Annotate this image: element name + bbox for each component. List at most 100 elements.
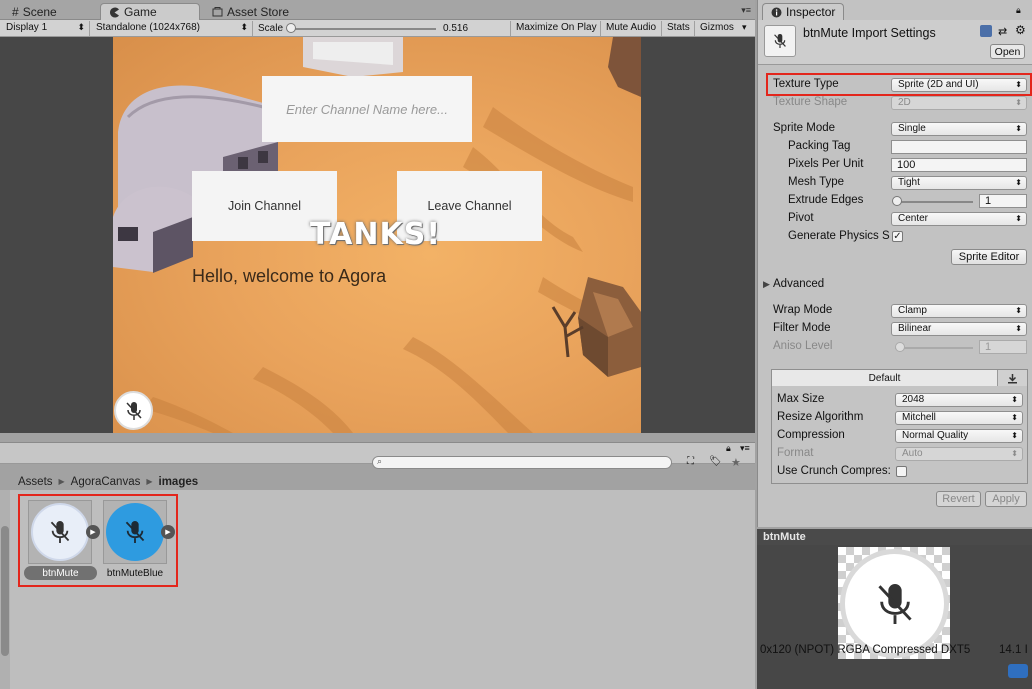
generate-physics-checkbox[interactable]: ✓ [892, 231, 903, 242]
inspector-title: btnMute Import Settings [803, 26, 936, 40]
mesh-type-dropdown[interactable]: Tight ⬍ [891, 176, 1027, 190]
breadcrumb: Assets ▶ AgoraCanvas ▶ images [18, 474, 198, 489]
asset-btnmute[interactable]: ▶ [28, 500, 100, 564]
preset-icon[interactable]: ⇄ [998, 25, 1010, 38]
packing-tag-input[interactable] [891, 140, 1027, 154]
stats-button[interactable]: Stats [661, 21, 695, 36]
resize-algorithm-label: Resize Algorithm [777, 411, 864, 423]
texture-thumbnail-icon [764, 25, 796, 57]
dropdown-arrow-icon: ⬍ [1011, 449, 1018, 458]
sprite-mode-dropdown[interactable]: Single ⬍ [891, 122, 1027, 136]
mute-button[interactable] [114, 391, 153, 430]
mute-audio-button[interactable]: Mute Audio [600, 21, 661, 36]
dropdown-arrow-icon: ⬍ [240, 22, 248, 32]
mic-muted-icon [125, 521, 145, 543]
filter-mode-dropdown[interactable]: Bilinear ⬍ [891, 322, 1027, 336]
asset-label-btnmute[interactable]: btnMute [24, 566, 97, 580]
resolution-dropdown[interactable]: Standalone (1024x768) ⬍ [90, 21, 253, 36]
tab-inspector[interactable]: Inspector [762, 3, 845, 20]
breadcrumb-assets[interactable]: Assets [18, 476, 53, 488]
gizmos-dropdown-icon[interactable]: ▾ [742, 22, 747, 33]
scrollbar-thumb[interactable] [1, 526, 9, 656]
dropdown-arrow-icon: ⬍ [1015, 306, 1022, 315]
breadcrumb-separator-icon: ▶ [58, 477, 65, 486]
wrap-mode-dropdown[interactable]: Clamp ⬍ [891, 304, 1027, 318]
texture-type-dropdown[interactable]: Sprite (2D and UI) ⬍ [891, 78, 1027, 92]
dropdown-arrow-icon: ⬍ [1015, 124, 1022, 133]
breadcrumb-images[interactable]: images [159, 476, 199, 488]
scale-slider-track[interactable] [290, 28, 436, 30]
expand-play-icon[interactable]: ▶ [86, 525, 100, 539]
crunch-compression-checkbox[interactable] [896, 466, 907, 477]
preview-size-text: 14.1 I [999, 644, 1028, 656]
extrude-edges-knob[interactable] [892, 196, 902, 206]
filter-type-icon[interactable]: ⛶ [687, 456, 694, 467]
dropdown-arrow-icon: ⬍ [1011, 395, 1018, 404]
platform-tab-default[interactable]: Default [772, 370, 998, 386]
mesh-type-label: Mesh Type [788, 176, 845, 188]
lock-icon[interactable]: 🔒︎ [1016, 5, 1021, 16]
game-view: Enter Channel Name here... Join Channel … [0, 37, 755, 433]
breadcrumb-separator-icon: ▶ [146, 477, 153, 486]
panel-menu-icon[interactable]: ▾≡ [740, 443, 750, 454]
aniso-level-slider [895, 347, 973, 349]
preview-info-text: 0x120 (NPOT) RGBA Compressed DXT5 [760, 644, 971, 656]
pixels-per-unit-label: Pixels Per Unit [788, 158, 864, 170]
preview-header[interactable]: btnMute [757, 529, 1032, 545]
filter-label-icon[interactable]: 🏷︎ [709, 456, 722, 467]
sprite-editor-button[interactable]: Sprite Editor [951, 249, 1027, 265]
store-icon [212, 6, 223, 17]
compression-dropdown[interactable]: Normal Quality ⬍ [895, 429, 1023, 443]
asset-label-tag-icon[interactable] [1008, 664, 1028, 678]
preview-texture [840, 549, 949, 658]
asset-btnmuteblue[interactable]: ▶ [103, 500, 175, 564]
compression-label: Compression [777, 429, 845, 441]
foldout-arrow-icon[interactable]: ▶ [763, 279, 770, 290]
extrude-edges-input[interactable]: 1 [979, 194, 1027, 208]
tab-game[interactable]: Game [100, 3, 200, 20]
dropdown-arrow-icon: ⬍ [1015, 80, 1022, 89]
welcome-text: Hello, welcome to Agora [192, 266, 387, 286]
revert-button[interactable]: Revert [936, 491, 981, 507]
display-dropdown[interactable]: Display 1 ⬍ [0, 21, 90, 36]
wrap-mode-label: Wrap Mode [773, 304, 833, 316]
grid-icon: # [12, 4, 19, 19]
breadcrumb-agoracanvas[interactable]: AgoraCanvas [71, 476, 141, 488]
max-size-dropdown[interactable]: 2048 ⬍ [895, 393, 1023, 407]
extrude-edges-slider[interactable] [895, 201, 973, 203]
expand-play-icon[interactable]: ▶ [161, 525, 175, 539]
help-book-icon[interactable] [980, 25, 992, 37]
channel-name-input[interactable]: Enter Channel Name here... [262, 76, 472, 142]
aniso-level-label: Aniso Level [773, 340, 833, 352]
packing-tag-label: Packing Tag [788, 140, 851, 152]
dropdown-arrow-icon: ⬍ [1011, 431, 1018, 440]
editor-tabstrip: # Scene Game Asset Store ▾≡ [0, 0, 755, 20]
tab-asset-store[interactable]: Asset Store [204, 3, 297, 20]
maximize-on-play-button[interactable]: Maximize On Play [510, 21, 602, 36]
texture-shape-dropdown: 2D ⬍ [891, 96, 1027, 110]
pivot-label: Pivot [788, 212, 814, 224]
resize-algorithm-dropdown[interactable]: Mitchell ⬍ [895, 411, 1023, 425]
tab-scene[interactable]: # Scene [4, 3, 65, 20]
project-scrollbar[interactable] [0, 490, 10, 689]
platform-tab-standalone[interactable] [998, 370, 1027, 386]
lock-icon[interactable]: 🔒︎ [726, 443, 731, 454]
favorite-star-icon[interactable]: ★ [731, 456, 741, 469]
open-button[interactable]: Open [990, 44, 1025, 59]
dropdown-arrow-icon: ⬍ [1015, 324, 1022, 333]
apply-button[interactable]: Apply [985, 491, 1027, 507]
gear-icon[interactable]: ⚙ [1015, 23, 1027, 37]
scale-slider-knob[interactable] [286, 23, 296, 33]
max-size-label: Max Size [777, 393, 825, 405]
aniso-level-input: 1 [979, 340, 1027, 354]
pixels-per-unit-input[interactable]: 100 [891, 158, 1027, 172]
advanced-foldout[interactable]: Advanced [773, 278, 824, 290]
pivot-dropdown[interactable]: Center ⬍ [891, 212, 1027, 226]
tab-menu-icon[interactable]: ▾≡ [741, 5, 751, 16]
gizmos-button[interactable]: Gizmos [694, 21, 742, 36]
tanks-logo: TANKS! [310, 217, 441, 252]
format-dropdown: Auto ⬍ [895, 447, 1023, 461]
scale-label: Scale [258, 23, 284, 34]
asset-label-btnmuteblue[interactable]: btnMuteBlue [100, 566, 170, 580]
project-search-input[interactable]: ⌕ [372, 456, 672, 469]
